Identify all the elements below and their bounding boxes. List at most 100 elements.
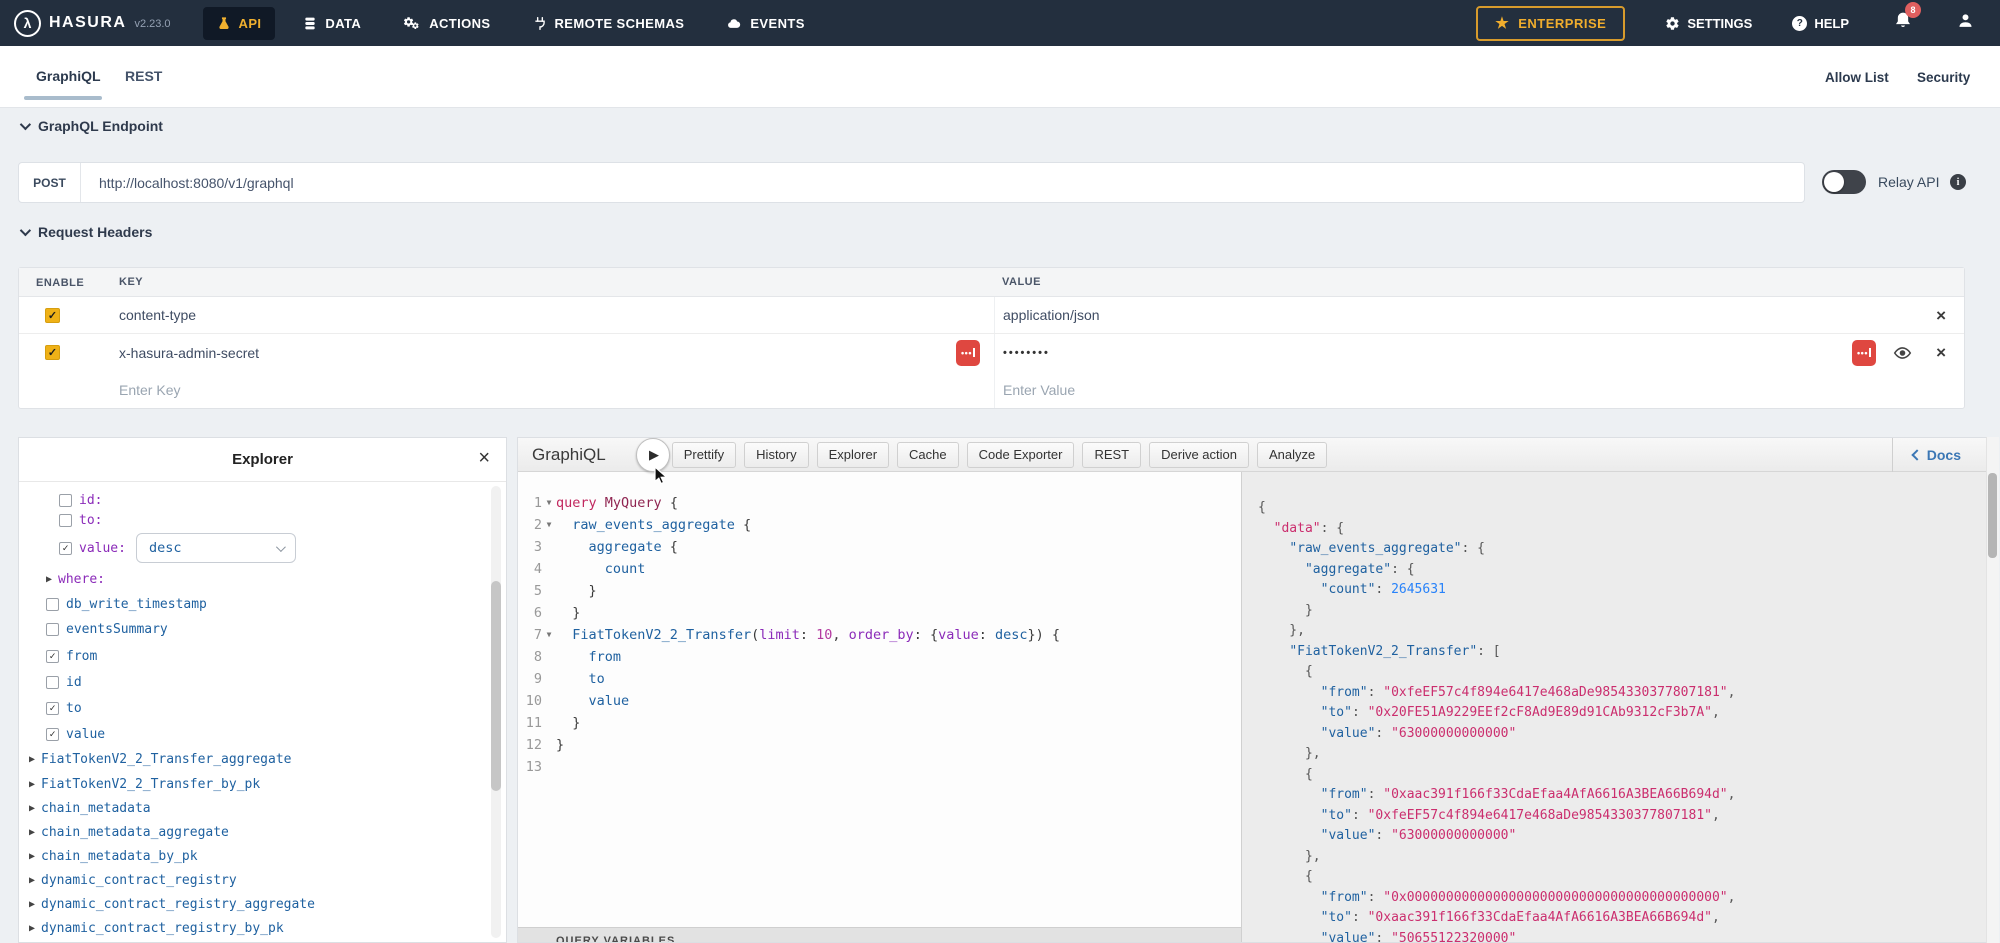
fold-spacer [542, 580, 556, 602]
explorer-item-chain_metadata_by_pk[interactable]: ▶chain_metadata_by_pk [19, 844, 506, 868]
explorer-item-chain_metadata[interactable]: ▶chain_metadata [19, 796, 506, 820]
header-row: ✓ content-type application/json × [19, 297, 1964, 334]
explorer-item-value[interactable]: ✓value:desc [19, 530, 506, 566]
close-icon[interactable]: × [478, 448, 490, 468]
enable-cell: ✓ [19, 308, 99, 323]
header-key-input[interactable]: content-type [119, 307, 196, 323]
field-checkbox[interactable]: ✓ [46, 702, 59, 715]
explorer-item-label: dynamic_contract_registry [41, 873, 237, 888]
docs-tab[interactable]: Docs [1892, 438, 1961, 472]
response-line: "to": "0xfeEF57c4f894e6417e468aDe9854330… [1258, 806, 1990, 827]
code-tokens: count [556, 558, 645, 580]
explorer-scrollbar-thumb[interactable] [491, 581, 501, 791]
toolbar-button-explorer[interactable]: Explorer [817, 442, 889, 468]
explorer-item-FiatTokenV2_2_Transfer_aggregate[interactable]: ▶FiatTokenV2_2_Transfer_aggregate [19, 747, 506, 772]
toolbar-button-rest[interactable]: REST [1082, 442, 1141, 468]
field-checkbox[interactable] [46, 623, 59, 636]
info-icon[interactable]: i [1950, 174, 1966, 190]
fold-arrow-icon: ▼ [542, 492, 556, 514]
nav-item-api[interactable]: API [203, 7, 276, 40]
help-button[interactable]: ? HELP [1792, 16, 1849, 31]
response-line: "raw_events_aggregate": { [1258, 539, 1990, 560]
explorer-item-from[interactable]: ✓ from [19, 643, 506, 669]
toolbar-button-derive-action[interactable]: Derive action [1149, 442, 1249, 468]
api-tabbar: GraphiQL REST Allow List Security [0, 46, 2000, 108]
nav-item-events[interactable]: EVENTS [712, 7, 818, 40]
explorer-item-label: dynamic_contract_registry_by_pk [41, 921, 284, 936]
query-editor[interactable]: 1▼query MyQuery {2▼ raw_events_aggregate… [518, 472, 1241, 943]
enterprise-button[interactable]: ★ ENTERPRISE [1476, 6, 1625, 41]
explorer-item-label: chain_metadata_aggregate [41, 825, 229, 840]
query-variables-bar[interactable]: QUERY VARIABLES [518, 927, 1241, 943]
nav-item-label: ACTIONS [429, 16, 490, 31]
explorer-item-label: from [66, 649, 97, 664]
code-line: 10 value [518, 690, 1241, 712]
field-checkbox[interactable] [59, 514, 72, 527]
eye-icon[interactable] [1893, 346, 1912, 360]
explorer-item-dynamic_contract_registry_by_pk[interactable]: ▶dynamic_contract_registry_by_pk [19, 916, 506, 940]
fold-spacer [542, 646, 556, 668]
response-line: "value": "63000000000000" [1258, 724, 1990, 745]
explorer-item-dynamic_contract_registry_aggregate[interactable]: ▶dynamic_contract_registry_aggregate [19, 892, 506, 916]
field-checkbox[interactable]: ✓ [46, 728, 59, 741]
hasura-brand[interactable]: λ HASURA v2.23.0 [14, 10, 171, 37]
relay-api-toggle[interactable] [1822, 170, 1866, 194]
graphql-endpoint-title: GraphQL Endpoint [38, 118, 163, 134]
toolbar-button-prettify[interactable]: Prettify [672, 442, 736, 468]
explorer-item-FiatTokenV2_2_Transfer_by_pk[interactable]: ▶FiatTokenV2_2_Transfer_by_pk [19, 772, 506, 796]
explorer-item-id[interactable]: id [19, 669, 506, 696]
response-scrollbar-thumb[interactable] [1988, 473, 1997, 558]
response-line: { [1258, 867, 1990, 888]
field-checkbox[interactable]: ✓ [46, 650, 59, 663]
field-checkbox[interactable]: ✓ [59, 542, 72, 555]
order-direction-select[interactable]: desc [136, 533, 296, 563]
key-input[interactable]: Enter Key [119, 382, 180, 398]
toolbar-button-code-exporter[interactable]: Code Exporter [967, 442, 1075, 468]
graphql-endpoint-section-toggle[interactable]: GraphQL Endpoint [20, 118, 163, 134]
remove-header-icon[interactable]: × [1936, 307, 1946, 324]
notifications-button[interactable]: 8 [1893, 10, 1913, 36]
nav-item-data[interactable]: DATA [289, 7, 375, 40]
explorer-item-to[interactable]: to: [19, 510, 506, 530]
execute-query-button[interactable]: ▶ [636, 438, 670, 472]
remove-header-icon[interactable]: × [1936, 344, 1946, 361]
explorer-item-db_write_timestamp[interactable]: db_write_timestamp [19, 592, 506, 616]
field-checkbox[interactable] [46, 598, 59, 611]
header-value-input[interactable]: •••••••• [1003, 347, 1050, 359]
response-line: }, [1258, 621, 1990, 642]
toolbar-button-analyze[interactable]: Analyze [1257, 442, 1327, 468]
explorer-item-eventsSummary[interactable]: eventsSummary [19, 616, 506, 643]
header-enabled-checkbox[interactable]: ✓ [45, 308, 60, 323]
header-enabled-checkbox[interactable]: ✓ [45, 345, 60, 360]
toolbar-button-history[interactable]: History [744, 442, 808, 468]
explorer-item-label: id [66, 675, 82, 690]
tab-allow-list[interactable]: Allow List [1825, 70, 1889, 85]
field-checkbox[interactable] [46, 676, 59, 689]
user-menu-button[interactable] [1957, 12, 1974, 34]
tab-rest[interactable]: REST [125, 68, 162, 84]
explorer-item-value[interactable]: ✓value [19, 721, 506, 747]
header-key-input[interactable]: x-hasura-admin-secret [119, 345, 259, 361]
endpoint-url[interactable]: http://localhost:8080/v1/graphql [81, 163, 1804, 202]
field-checkbox[interactable] [59, 494, 72, 507]
settings-button[interactable]: SETTINGS [1665, 16, 1752, 31]
explorer-item-id[interactable]: id: [19, 490, 506, 510]
toolbar-button-cache[interactable]: Cache [897, 442, 959, 468]
nav-item-remote-schemas[interactable]: REMOTE SCHEMAS [519, 7, 699, 40]
explorer-item-dynamic_contract_registry[interactable]: ▶dynamic_contract_registry [19, 868, 506, 892]
password-manager-icon[interactable]: ••• [1852, 340, 1876, 366]
nav-item-actions[interactable]: ACTIONS [389, 7, 504, 40]
explorer-item-where[interactable]: ▶where: [19, 566, 506, 592]
request-headers-section-toggle[interactable]: Request Headers [20, 224, 152, 240]
explorer-item-to[interactable]: ✓to [19, 696, 506, 721]
fold-spacer [542, 558, 556, 580]
fold-arrow-icon: ▼ [542, 514, 556, 536]
value-input[interactable]: Enter Value [1003, 382, 1075, 398]
value-cell: •••••••••••× [994, 334, 1964, 371]
code-line: 2▼ raw_events_aggregate { [518, 514, 1241, 536]
tab-graphiql[interactable]: GraphiQL [36, 68, 101, 84]
header-value-input[interactable]: application/json [1003, 307, 1100, 323]
tab-security[interactable]: Security [1917, 70, 1970, 85]
explorer-item-chain_metadata_aggregate[interactable]: ▶chain_metadata_aggregate [19, 820, 506, 844]
password-manager-icon[interactable]: ••• [956, 340, 980, 366]
